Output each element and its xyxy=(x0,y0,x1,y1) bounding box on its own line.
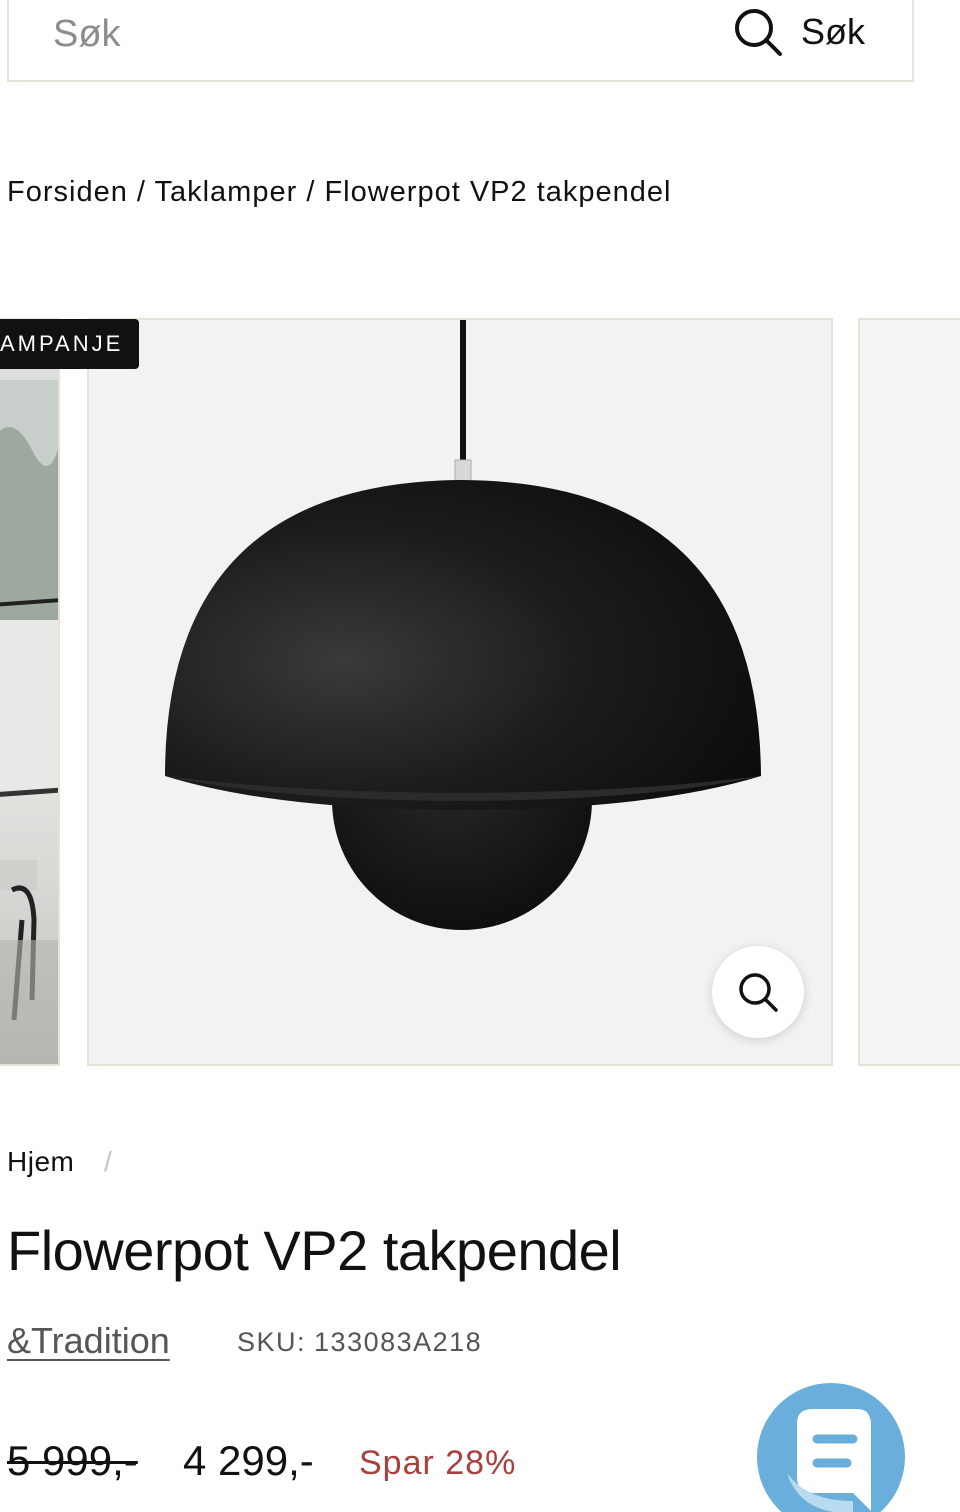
search-button[interactable]: Søk xyxy=(733,4,865,60)
campaign-badge: AMPANJE xyxy=(0,319,140,369)
gallery-slide-previous[interactable] xyxy=(0,318,60,1066)
zoom-icon xyxy=(739,973,778,1012)
sku: SKU: 133083A218 xyxy=(237,1327,482,1358)
breadcrumb-item-home[interactable]: Forsiden xyxy=(7,176,128,208)
zoom-button[interactable] xyxy=(712,946,804,1038)
old-price: 5 999,- xyxy=(7,1437,138,1484)
sku-value: 133083A218 xyxy=(314,1327,483,1357)
search-button-label: Søk xyxy=(801,11,866,52)
breadcrumb-separator: / xyxy=(297,176,325,208)
gallery-slide-main[interactable] xyxy=(87,318,833,1066)
search-icon xyxy=(735,9,782,56)
chat-button[interactable] xyxy=(757,1383,905,1512)
brand-link[interactable]: &Tradition xyxy=(7,1320,170,1362)
search-box: Søk xyxy=(7,0,914,82)
chat-icon xyxy=(787,1409,871,1512)
gallery-slide-next[interactable] xyxy=(858,318,960,1066)
product-gallery[interactable]: AMPANJE xyxy=(0,318,960,1068)
product-image xyxy=(165,320,761,930)
product-title: Flowerpot VP2 takpendel xyxy=(7,1219,622,1282)
search-input[interactable] xyxy=(51,8,655,60)
breadcrumb-separator: / xyxy=(104,1146,112,1177)
sale-price: 4 299,- xyxy=(183,1437,314,1484)
breadcrumb-separator: / xyxy=(127,176,155,208)
discount-label: Spar 28% xyxy=(359,1444,517,1482)
breadcrumb-item-category[interactable]: Taklamper xyxy=(154,176,297,208)
sku-label: SKU: xyxy=(237,1327,307,1357)
interior-photo xyxy=(0,380,58,1064)
breadcrumb-item-current: Flowerpot VP2 takpendel xyxy=(324,176,672,208)
breadcrumb: Forsiden / Taklamper / Flowerpot VP2 tak… xyxy=(7,176,671,209)
breadcrumb-home-link[interactable]: Hjem xyxy=(7,1146,74,1178)
